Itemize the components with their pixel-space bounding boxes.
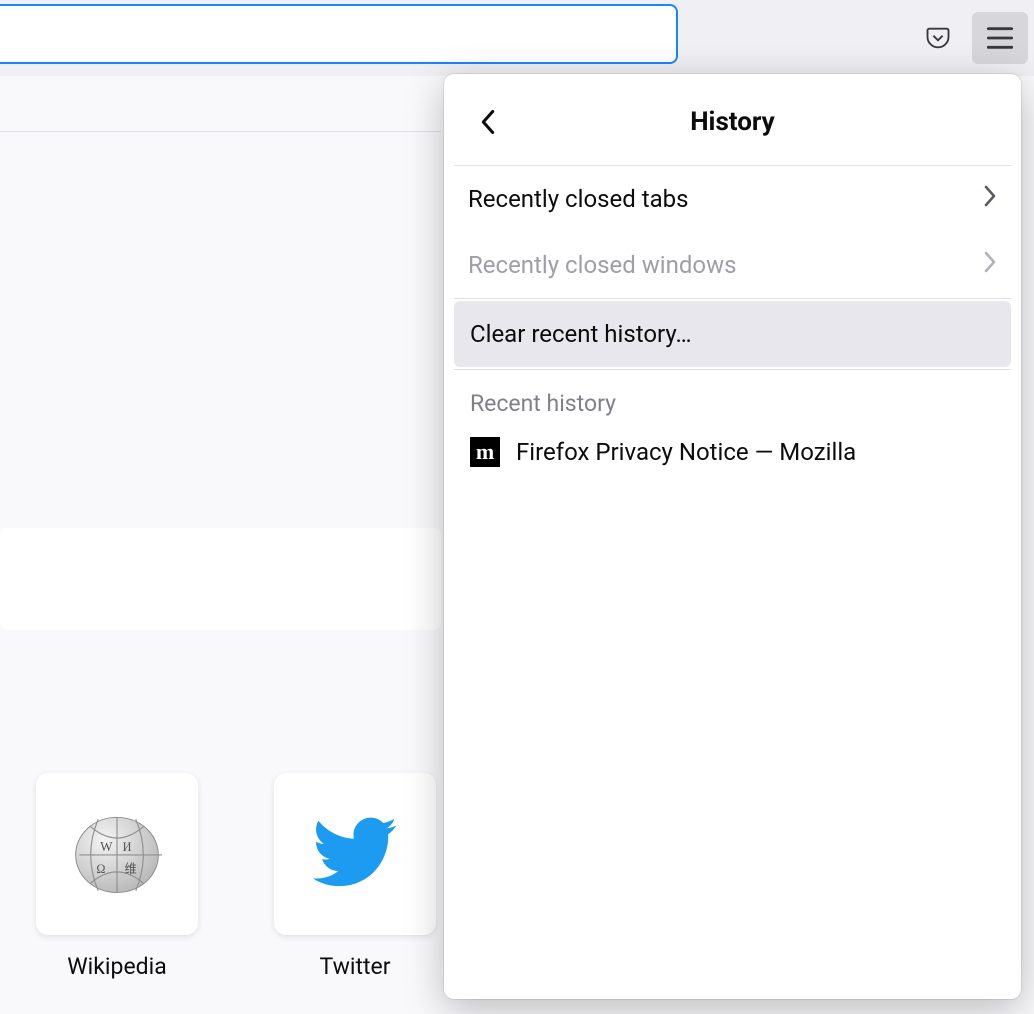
- panel-header: History: [454, 78, 1011, 166]
- svg-text:И: И: [123, 840, 132, 854]
- pocket-button[interactable]: [916, 16, 960, 60]
- clear-recent-history[interactable]: Clear recent history…: [454, 301, 1011, 367]
- menu-item-label: Recently closed windows: [468, 251, 737, 279]
- menu-item-label: Clear recent history…: [470, 320, 692, 348]
- svg-text:维: 维: [125, 862, 137, 876]
- mozilla-favicon: m: [470, 437, 500, 467]
- history-entry[interactable]: m Firefox Privacy Notice — Mozilla: [444, 427, 1021, 477]
- top-site-twitter[interactable]: Twitter: [274, 773, 436, 980]
- recently-closed-windows: Recently closed windows: [444, 232, 1021, 298]
- top-sites: W И Ω 维 Wikipedia Twitter: [36, 773, 436, 1014]
- hamburger-icon: [986, 26, 1014, 50]
- tile-label: Twitter: [320, 953, 391, 980]
- history-entry-title: Firefox Privacy Notice — Mozilla: [516, 438, 856, 466]
- panel-title: History: [454, 107, 1011, 137]
- twitter-icon: [313, 817, 397, 891]
- url-bar[interactable]: [0, 4, 678, 64]
- history-panel: History Recently closed tabs Recently cl…: [444, 74, 1021, 999]
- chevron-right-icon: [983, 184, 997, 214]
- topsites-bar: [0, 76, 441, 132]
- recent-history-label: Recent history: [444, 370, 1021, 427]
- chevron-right-icon: [983, 250, 997, 280]
- top-site-wikipedia[interactable]: W И Ω 维 Wikipedia: [36, 773, 198, 980]
- wikipedia-icon: W И Ω 维: [70, 811, 164, 897]
- menu-item-label: Recently closed tabs: [468, 185, 689, 213]
- tile-box: W И Ω 维: [36, 773, 198, 935]
- tile-box: [274, 773, 436, 935]
- search-box-strip[interactable]: [0, 528, 441, 630]
- recently-closed-tabs[interactable]: Recently closed tabs: [444, 166, 1021, 232]
- svg-text:W: W: [100, 839, 113, 854]
- toolbar-right: [916, 12, 1028, 64]
- browser-toolbar: [0, 0, 1034, 76]
- tile-label: Wikipedia: [67, 953, 166, 980]
- panel-back-button[interactable]: [474, 108, 502, 136]
- app-menu-button[interactable]: [972, 12, 1028, 64]
- chevron-left-icon: [478, 108, 498, 136]
- svg-text:Ω: Ω: [96, 862, 105, 876]
- pocket-icon: [924, 24, 952, 52]
- divider: [454, 298, 1011, 299]
